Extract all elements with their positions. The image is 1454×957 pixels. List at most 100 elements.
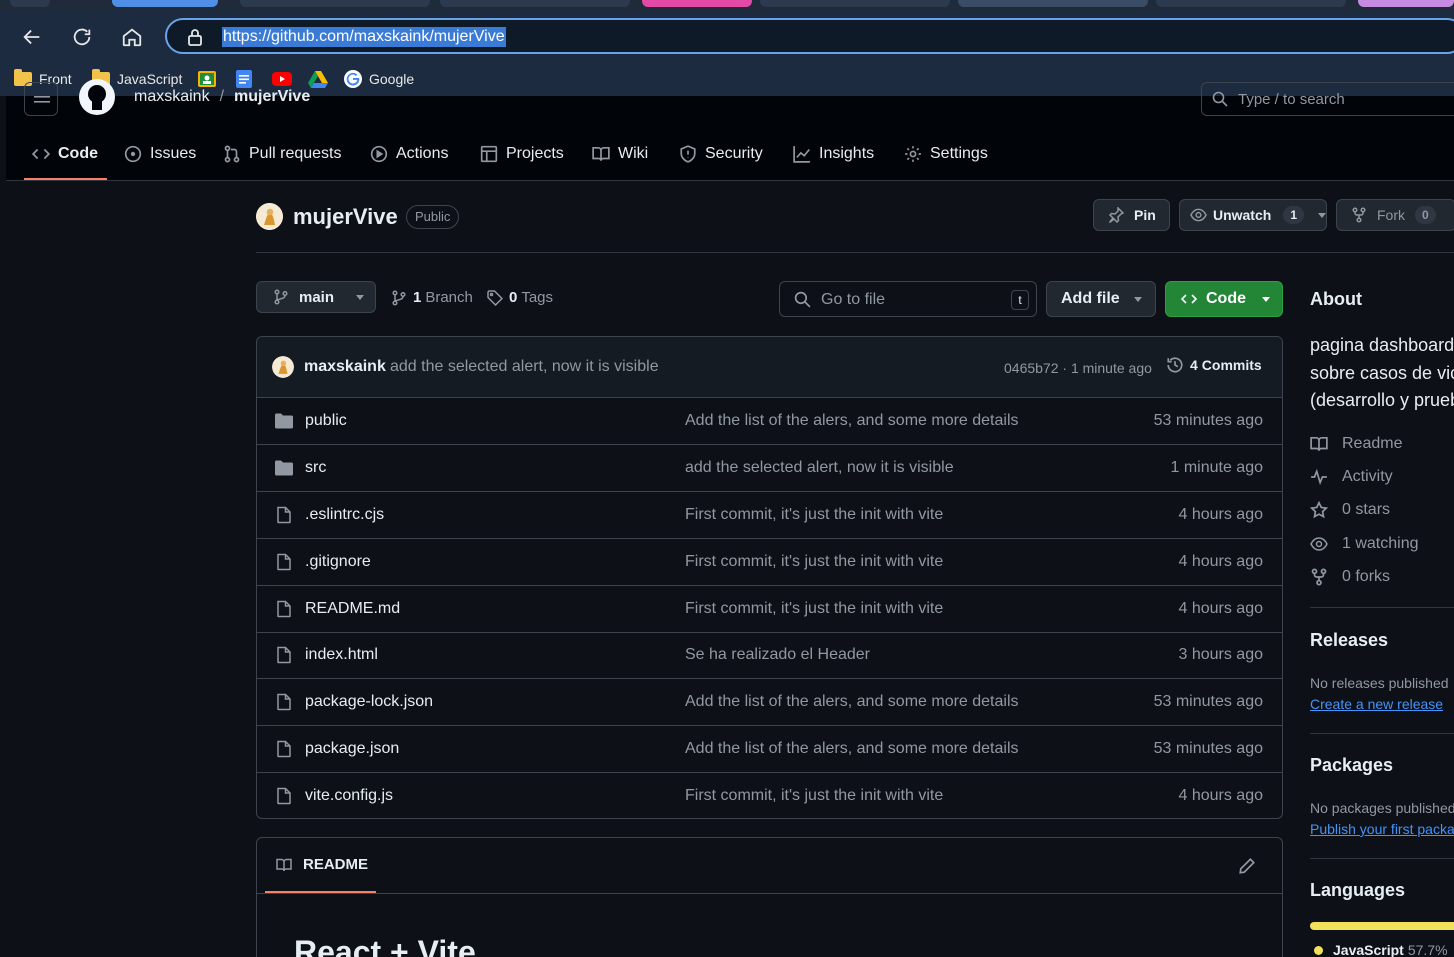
fork-icon [1352, 207, 1366, 223]
pin-label: Pin [1134, 207, 1156, 223]
unwatch-button[interactable]: Unwatch 1 [1179, 199, 1327, 231]
file-name[interactable]: src [305, 459, 326, 477]
eye-icon [1310, 537, 1328, 551]
file-name[interactable]: README.md [305, 600, 400, 618]
about-activity-link[interactable]: Activity [1310, 466, 1393, 488]
tab-insights[interactable]: Insights [793, 140, 874, 168]
fork-button[interactable]: Fork 0 [1336, 199, 1454, 231]
browser-tab-active[interactable] [958, 0, 1148, 7]
about-readme-link[interactable]: Readme [1310, 433, 1402, 455]
tab-security[interactable]: Security [679, 140, 763, 168]
browser-tab[interactable] [760, 0, 950, 7]
tab-actions[interactable]: Actions [370, 140, 448, 168]
file-name[interactable]: index.html [305, 646, 378, 664]
branches-link[interactable]: 1 Branch [391, 289, 473, 306]
browser-tab[interactable] [10, 0, 50, 7]
go-to-file-input[interactable]: Go to file t [779, 281, 1037, 317]
file-commit-message[interactable]: First commit, it's just the init with vi… [685, 787, 943, 805]
tags-label: Tags [521, 289, 554, 306]
create-release-link[interactable]: Create a new release [1310, 696, 1443, 712]
breadcrumb-owner[interactable]: maxskaink [134, 88, 210, 106]
browser-tab[interactable] [642, 0, 752, 7]
file-row[interactable]: package-lock.json Add the list of the al… [257, 679, 1282, 726]
file-name[interactable]: vite.config.js [305, 787, 393, 805]
tags-link[interactable]: 0 Tags [487, 289, 553, 306]
lock-icon[interactable] [187, 28, 203, 46]
file-row[interactable]: README.md First commit, it's just the in… [257, 586, 1282, 633]
publish-package-link[interactable]: Publish your first packag [1310, 821, 1454, 837]
browser-tab[interactable] [440, 0, 630, 7]
visibility-badge: Public [406, 205, 460, 229]
browser-tab[interactable] [240, 0, 430, 7]
pin-button[interactable]: Pin [1093, 199, 1170, 231]
file-commit-message[interactable]: First commit, it's just the init with vi… [685, 506, 943, 524]
avatar-image-icon [272, 356, 294, 378]
file-commit-message[interactable]: Add the list of the alers, and some more… [685, 412, 1019, 430]
url-text[interactable]: https://github.com/maxskaink/mujerVive [222, 27, 506, 47]
file-name[interactable]: public [305, 412, 347, 430]
bookmark-google[interactable]: Google [344, 67, 414, 91]
file-commit-message[interactable]: Add the list of the alers, and some more… [685, 693, 1019, 711]
about-item-label: Activity [1342, 468, 1393, 485]
file-row[interactable]: vite.config.js First commit, it's just t… [257, 773, 1282, 818]
repo-avatar[interactable] [256, 203, 283, 230]
breadcrumb-repo[interactable]: mujerVive [234, 88, 310, 106]
file-row[interactable]: public Add the list of the alers, and so… [257, 398, 1282, 445]
search-placeholder: Type / to search [1238, 91, 1345, 108]
add-file-button[interactable]: Add file [1046, 281, 1156, 317]
about-forks-link[interactable]: 0 forks [1310, 566, 1390, 588]
file-name[interactable]: package.json [305, 740, 399, 758]
tab-wiki[interactable]: Wiki [592, 140, 648, 168]
file-commit-date: 3 hours ago [1178, 646, 1263, 663]
about-watching-link[interactable]: 1 watching [1310, 533, 1419, 555]
about-stars-link[interactable]: 0 stars [1310, 499, 1390, 521]
unwatch-label: Unwatch [1212, 207, 1272, 223]
file-row[interactable]: .gitignore First commit, it's just the i… [257, 539, 1282, 586]
tab-settings[interactable]: Settings [904, 140, 988, 168]
browser-tab[interactable] [112, 0, 218, 7]
chevron-down-icon [1318, 212, 1326, 218]
about-item-label: 0 forks [1342, 568, 1391, 585]
docs-icon [236, 70, 252, 88]
bookmark-drive[interactable] [308, 67, 328, 91]
file-commit-message[interactable]: add the selected alert, now it is visibl… [685, 459, 954, 477]
file-commit-message[interactable]: Add the list of the alers, and some more… [685, 740, 1019, 758]
file-commit-message[interactable]: First commit, it's just the init with vi… [685, 553, 943, 571]
commit-author-avatar[interactable] [272, 356, 294, 378]
branch-select[interactable]: main [256, 281, 376, 313]
file-name[interactable]: package-lock.json [305, 693, 433, 711]
readme-tab[interactable]: README [275, 856, 368, 873]
search-input[interactable]: Type / to search [1201, 82, 1454, 116]
commit-message[interactable]: add the selected alert, now it is visibl… [390, 358, 659, 376]
back-button[interactable] [16, 21, 48, 53]
code-button[interactable]: Code [1165, 281, 1283, 317]
file-commit-message[interactable]: Se ha realizado el Header [685, 646, 870, 664]
file-commit-message[interactable]: First commit, it's just the init with vi… [685, 600, 943, 618]
packages-title[interactable]: Packages [1310, 755, 1393, 776]
commits-link[interactable]: 4 Commits [1166, 356, 1262, 374]
file-name[interactable]: .eslintrc.cjs [305, 506, 384, 524]
browser-tab[interactable] [1156, 0, 1346, 7]
address-bar[interactable]: https://github.com/maxskaink/mujerVive [165, 18, 1454, 54]
tab-pull-requests[interactable]: Pull requests [223, 140, 342, 168]
tab-projects[interactable]: Projects [480, 140, 564, 168]
file-name[interactable]: .gitignore [305, 553, 371, 571]
file-row[interactable]: package.json Add the list of the alers, … [257, 726, 1282, 773]
pencil-icon[interactable] [1238, 857, 1256, 875]
file-row[interactable]: index.html Se ha realizado el Header 3 h… [257, 632, 1282, 679]
packages-empty-text: No packages published [1310, 800, 1454, 816]
file-row[interactable]: src add the selected alert, now it is vi… [257, 445, 1282, 492]
file-row[interactable]: .eslintrc.cjs First commit, it's just th… [257, 492, 1282, 539]
hamburger-button[interactable] [24, 82, 58, 116]
github-logo-icon[interactable] [78, 78, 116, 116]
language-item[interactable]: JavaScript 57.7% [1314, 942, 1448, 957]
tab-issues[interactable]: Issues [124, 140, 196, 168]
repo-title[interactable]: mujerVive [293, 204, 398, 230]
tab-code[interactable]: Code [32, 140, 98, 168]
home-button[interactable] [116, 21, 148, 53]
commit-hash-time[interactable]: 0465b72 · 1 minute ago [1004, 360, 1152, 376]
releases-title[interactable]: Releases [1310, 630, 1388, 651]
commit-author[interactable]: maxskaink [304, 358, 386, 376]
browser-tab[interactable] [1358, 0, 1454, 7]
reload-button[interactable] [66, 21, 98, 53]
